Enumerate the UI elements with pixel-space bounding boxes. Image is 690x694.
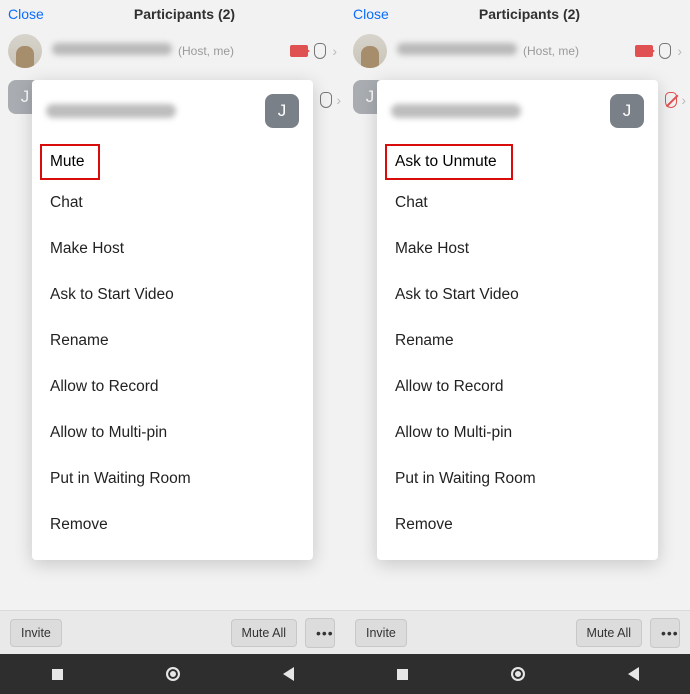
participant-actions-menu: J Mute Chat Make Host Ask to Start Video… <box>32 80 313 560</box>
host-meta: (Host, me) <box>178 44 234 58</box>
mute-all-button[interactable]: Mute All <box>576 619 642 647</box>
home-icon[interactable] <box>166 667 180 681</box>
camera-off-icon <box>635 45 653 57</box>
mute-all-button[interactable]: Mute All <box>231 619 297 647</box>
menu-item-make-host[interactable]: Make Host <box>32 226 313 272</box>
participant-name: (Host, me) <box>52 42 280 60</box>
android-nav-bar <box>345 654 690 694</box>
header-bar: Close Participants (2) <box>0 0 345 28</box>
menu-item-multipin[interactable]: Allow to Multi-pin <box>32 410 313 456</box>
row-behind-menu-icons: › <box>320 92 341 108</box>
back-icon[interactable] <box>628 667 639 681</box>
mic-muted-icon <box>665 92 677 108</box>
header-title: Participants (2) <box>377 6 682 22</box>
mic-icon <box>314 43 326 59</box>
camera-off-icon <box>290 45 308 57</box>
more-button[interactable]: ••• <box>650 618 680 648</box>
status-icons: › <box>290 43 337 59</box>
menu-item-start-video[interactable]: Ask to Start Video <box>32 272 313 318</box>
screenshot-right: Close Participants (2) (Host, me) › J › … <box>345 0 690 694</box>
footer-bar: Invite Mute All ••• <box>0 610 345 654</box>
android-nav-bar <box>0 654 345 694</box>
menu-item-make-host[interactable]: Make Host <box>377 226 658 272</box>
more-button[interactable]: ••• <box>305 618 335 648</box>
chevron-right-icon: › <box>336 92 341 108</box>
menu-item-remove[interactable]: Remove <box>377 502 658 548</box>
participant-name: (Host, me) <box>397 42 625 60</box>
menu-item-record[interactable]: Allow to Record <box>377 364 658 410</box>
back-icon[interactable] <box>283 667 294 681</box>
chevron-right-icon: › <box>332 43 337 59</box>
status-icons: › <box>635 43 682 59</box>
menu-item-multipin[interactable]: Allow to Multi-pin <box>377 410 658 456</box>
menu-item-record[interactable]: Allow to Record <box>32 364 313 410</box>
recents-icon[interactable] <box>397 669 408 680</box>
participant-actions-menu: J Ask to Unmute Chat Make Host Ask to St… <box>377 80 658 560</box>
avatar <box>8 34 42 68</box>
header-bar: Close Participants (2) <box>345 0 690 28</box>
mic-icon <box>320 92 332 108</box>
menu-item-waiting-room[interactable]: Put in Waiting Room <box>377 456 658 502</box>
mic-icon <box>659 43 671 59</box>
header-title: Participants (2) <box>32 6 337 22</box>
menu-item-start-video[interactable]: Ask to Start Video <box>377 272 658 318</box>
chevron-right-icon: › <box>677 43 682 59</box>
avatar <box>353 34 387 68</box>
host-meta: (Host, me) <box>523 44 579 58</box>
menu-item-chat[interactable]: Chat <box>32 180 313 226</box>
menu-item-chat[interactable]: Chat <box>377 180 658 226</box>
home-icon[interactable] <box>511 667 525 681</box>
menu-item-mute[interactable]: Mute <box>40 144 100 180</box>
chevron-right-icon: › <box>681 92 686 108</box>
menu-item-ask-unmute[interactable]: Ask to Unmute <box>385 144 513 180</box>
invite-button[interactable]: Invite <box>10 619 62 647</box>
menu-item-rename[interactable]: Rename <box>32 318 313 364</box>
participant-name-blurred <box>46 104 176 118</box>
avatar-initial: J <box>610 94 644 128</box>
participant-name-blurred <box>391 104 521 118</box>
recents-icon[interactable] <box>52 669 63 680</box>
invite-button[interactable]: Invite <box>355 619 407 647</box>
footer-bar: Invite Mute All ••• <box>345 610 690 654</box>
menu-item-rename[interactable]: Rename <box>377 318 658 364</box>
participant-row-host[interactable]: (Host, me) › <box>345 28 690 74</box>
avatar-initial: J <box>265 94 299 128</box>
participant-row-host[interactable]: (Host, me) › <box>0 28 345 74</box>
screenshot-left: Close Participants (2) (Host, me) › J › … <box>0 0 345 694</box>
menu-header: J <box>377 80 658 138</box>
menu-item-waiting-room[interactable]: Put in Waiting Room <box>32 456 313 502</box>
row-behind-menu-icons: › <box>665 92 686 108</box>
menu-header: J <box>32 80 313 138</box>
menu-item-remove[interactable]: Remove <box>32 502 313 548</box>
